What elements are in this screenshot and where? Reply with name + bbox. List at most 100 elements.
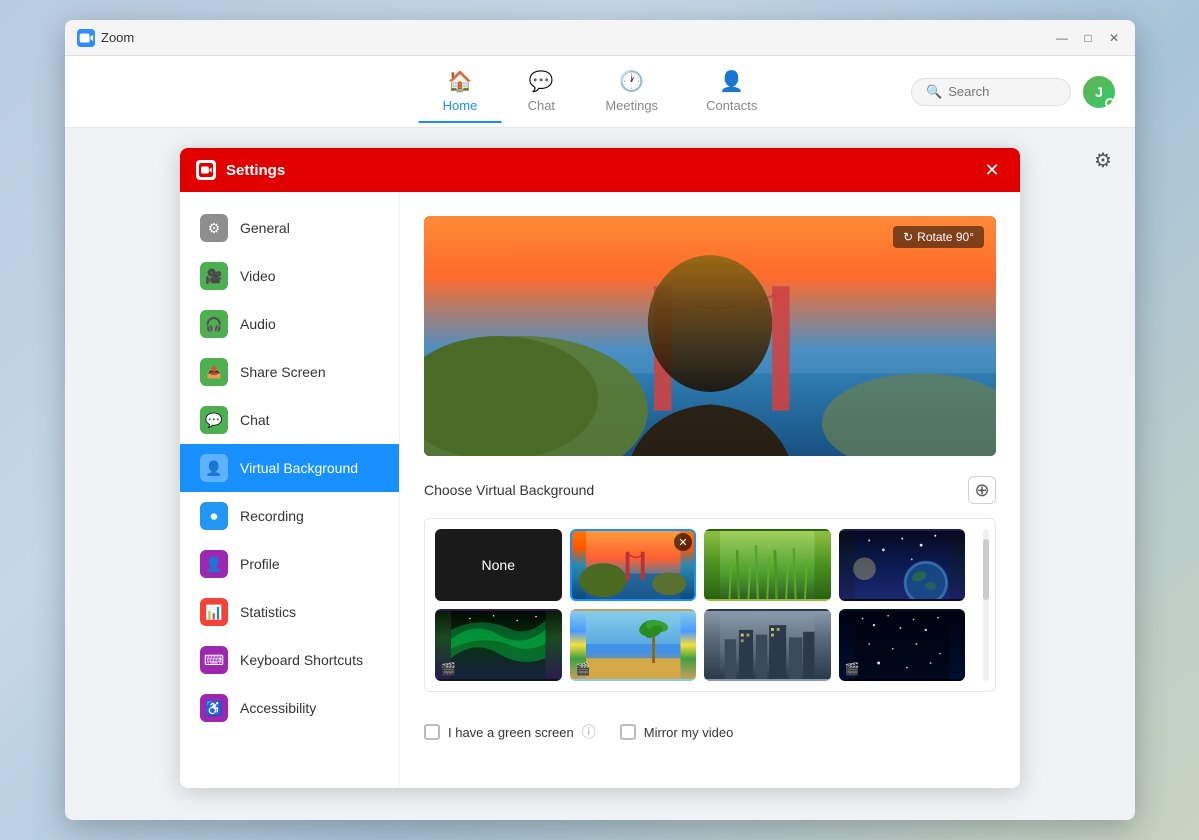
app-window: Zoom — □ ✕ 🏠 Home 💬 Chat 🕐 Meetings 👤 Co — [65, 20, 1135, 820]
sidebar-item-chat[interactable]: 💬 Chat — [180, 396, 399, 444]
green-screen-info-icon[interactable]: ⓘ — [582, 722, 596, 742]
main-content: ⚙ Settings ✕ ⚙ — [65, 128, 1135, 820]
maximize-button[interactable]: □ — [1079, 29, 1097, 47]
sidebar-label-statistics: Statistics — [240, 604, 296, 620]
gear-button[interactable]: ⚙ — [1087, 144, 1119, 176]
stars-video-icon: 🎬 — [845, 662, 860, 676]
green-screen-checkbox-box[interactable] — [424, 724, 440, 740]
settings-header: Settings ✕ — [180, 148, 1020, 192]
vbg-item-city[interactable] — [704, 609, 831, 681]
vbg-section: Choose Virtual Background ⊕ — [424, 476, 996, 504]
vbg-item-aurora[interactable]: 🎬 — [435, 609, 562, 681]
share-screen-icon: 📤 — [200, 358, 228, 386]
sidebar-item-recording[interactable]: ⏺ Recording — [180, 492, 399, 540]
vbg-item-none[interactable]: None — [435, 529, 562, 601]
minimize-button[interactable]: — — [1053, 29, 1071, 47]
vbg-section-title: Choose Virtual Background — [424, 482, 594, 498]
vbg-delete-bridge[interactable]: ✕ — [674, 533, 692, 551]
nav-tab-contacts-label: Contacts — [706, 98, 757, 113]
sidebar-item-general[interactable]: ⚙ General — [180, 204, 399, 252]
video-preview-container: ↻ Rotate 90° — [424, 216, 996, 456]
video-icon: 🎥 — [200, 262, 228, 290]
sidebar-label-chat: Chat — [240, 412, 270, 428]
vbg-grid: None — [435, 529, 965, 681]
avatar[interactable]: J — [1083, 76, 1115, 108]
app-title: Zoom — [101, 30, 1053, 45]
window-close-button[interactable]: ✕ — [1105, 29, 1123, 47]
search-input[interactable] — [948, 84, 1058, 99]
home-icon: 🏠 — [448, 69, 473, 94]
rotate-label: Rotate 90° — [917, 230, 974, 244]
sidebar-label-audio: Audio — [240, 316, 276, 332]
vbg-item-grass[interactable] — [704, 529, 831, 601]
avatar-initial: J — [1095, 84, 1103, 100]
settings-sidebar: ⚙ General 🎥 Video 🎧 Audio 📤 Share Screen — [180, 192, 400, 788]
nav-tab-home[interactable]: 🏠 Home — [419, 61, 502, 123]
rotate-icon: ↻ — [903, 230, 913, 244]
nav-bar: 🏠 Home 💬 Chat 🕐 Meetings 👤 Contacts 🔍 — [65, 56, 1135, 128]
nav-tabs: 🏠 Home 💬 Chat 🕐 Meetings 👤 Contacts — [419, 61, 782, 123]
sidebar-item-profile[interactable]: 👤 Profile — [180, 540, 399, 588]
green-screen-label: I have a green screen — [448, 725, 574, 740]
vbg-item-bridge[interactable]: ✕ — [570, 529, 697, 601]
nav-tab-meetings[interactable]: 🕐 Meetings — [581, 61, 682, 123]
settings-title: Settings — [226, 162, 980, 179]
add-background-button[interactable]: ⊕ — [968, 476, 996, 504]
nav-tab-meetings-label: Meetings — [605, 98, 658, 113]
accessibility-icon: ♿ — [200, 694, 228, 722]
sidebar-item-share-screen[interactable]: 📤 Share Screen — [180, 348, 399, 396]
virtual-bg-icon: 👤 — [200, 454, 228, 482]
sidebar-label-profile: Profile — [240, 556, 280, 572]
settings-close-button[interactable]: ✕ — [980, 158, 1004, 182]
nav-tab-contacts[interactable]: 👤 Contacts — [682, 61, 781, 123]
sidebar-label-accessibility: Accessibility — [240, 700, 316, 716]
sidebar-label-general: General — [240, 220, 290, 236]
zoom-logo — [77, 29, 95, 47]
mirror-video-label: Mirror my video — [644, 725, 734, 740]
aurora-video-icon: 🎬 — [441, 662, 456, 676]
sidebar-item-keyboard-shortcuts[interactable]: ⌨ Keyboard Shortcuts — [180, 636, 399, 684]
settings-content: ↻ Rotate 90° Choose Virtual Background ⊕ — [400, 192, 1020, 788]
vbg-item-space[interactable] — [839, 529, 966, 601]
grass-thumbnail — [706, 531, 829, 599]
scrollbar-thumb[interactable] — [983, 539, 989, 600]
sidebar-item-statistics[interactable]: 📊 Statistics — [180, 588, 399, 636]
beach-video-icon: 🎬 — [576, 662, 591, 676]
sidebar-label-keyboard-shortcuts: Keyboard Shortcuts — [240, 652, 363, 668]
statistics-icon: 📊 — [200, 598, 228, 626]
title-bar: Zoom — □ ✕ — [65, 20, 1135, 56]
vbg-none-label: None — [482, 557, 515, 573]
sidebar-item-audio[interactable]: 🎧 Audio — [180, 300, 399, 348]
chat-sidebar-icon: 💬 — [200, 406, 228, 434]
settings-body: ⚙ General 🎥 Video 🎧 Audio 📤 Share Screen — [180, 192, 1020, 788]
contacts-icon: 👤 — [719, 69, 744, 94]
sidebar-item-video[interactable]: 🎥 Video — [180, 252, 399, 300]
sidebar-item-virtual-background[interactable]: 👤 Virtual Background — [180, 444, 399, 492]
recording-icon: ⏺ — [200, 502, 228, 530]
video-background-svg — [424, 216, 996, 456]
scrollbar-track[interactable] — [983, 529, 989, 681]
nav-tab-chat[interactable]: 💬 Chat — [501, 61, 581, 123]
chat-nav-icon: 💬 — [529, 69, 554, 94]
vbg-grid-container: None — [424, 518, 996, 692]
settings-logo — [196, 160, 216, 180]
presence-dot — [1105, 98, 1115, 108]
rotate-button[interactable]: ↻ Rotate 90° — [893, 226, 984, 248]
settings-modal: Settings ✕ ⚙ General 🎥 Video 🎧 — [180, 148, 1020, 788]
vbg-item-stars[interactable]: 🎬 — [839, 609, 966, 681]
keyboard-icon: ⌨ — [200, 646, 228, 674]
green-screen-checkbox[interactable]: I have a green screen ⓘ — [424, 722, 596, 742]
sidebar-item-accessibility[interactable]: ♿ Accessibility — [180, 684, 399, 732]
mirror-video-checkbox[interactable]: Mirror my video — [620, 724, 734, 740]
audio-icon: 🎧 — [200, 310, 228, 338]
sidebar-label-video: Video — [240, 268, 276, 284]
video-preview: ↻ Rotate 90° — [424, 216, 996, 456]
general-icon: ⚙ — [200, 214, 228, 242]
search-box[interactable]: 🔍 — [911, 78, 1071, 106]
meetings-icon: 🕐 — [619, 69, 644, 94]
mirror-video-checkbox-box[interactable] — [620, 724, 636, 740]
settings-checkboxes: I have a green screen ⓘ Mirror my video — [424, 712, 996, 742]
nav-search-area: 🔍 J — [911, 76, 1115, 108]
nav-tab-home-label: Home — [443, 98, 478, 113]
vbg-item-beach[interactable]: 🎬 — [570, 609, 697, 681]
